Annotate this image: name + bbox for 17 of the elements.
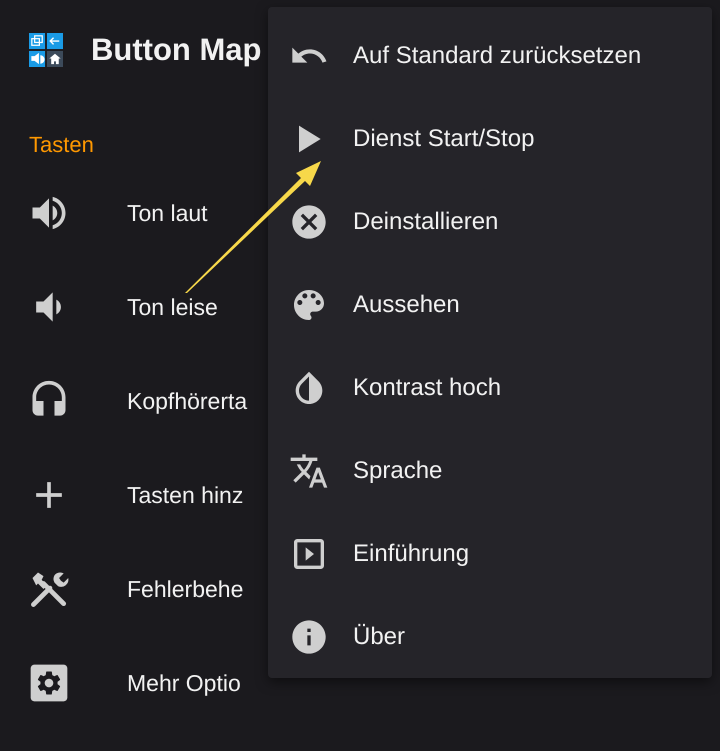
- menu-item[interactable]: Deinstallieren: [268, 180, 712, 264]
- menu-item[interactable]: Einführung: [268, 512, 712, 596]
- list-item[interactable]: Fehlerbehe: [127, 576, 244, 602]
- menu-item[interactable]: Kontrast hoch: [268, 346, 712, 430]
- list-item[interactable]: Ton leise: [127, 294, 218, 320]
- app-logo-icon: [29, 33, 63, 67]
- menu-item[interactable]: Auf Standard zurücksetzen: [268, 15, 712, 98]
- list-item[interactable]: Mehr Optio: [127, 670, 241, 696]
- app-title: Button Map: [91, 32, 262, 68]
- section-header: Tasten: [29, 132, 94, 157]
- menu-item[interactable]: Über: [268, 595, 712, 678]
- menu-item[interactable]: Aussehen: [268, 264, 712, 346]
- menu-item[interactable]: Sprache: [268, 429, 712, 512]
- list-item[interactable]: Kopfhörerta: [127, 388, 248, 414]
- list-item[interactable]: Tasten hinz: [127, 482, 244, 508]
- menu-item[interactable]: Dienst Start/Stop: [268, 98, 712, 181]
- list-item[interactable]: Ton laut: [127, 200, 208, 226]
